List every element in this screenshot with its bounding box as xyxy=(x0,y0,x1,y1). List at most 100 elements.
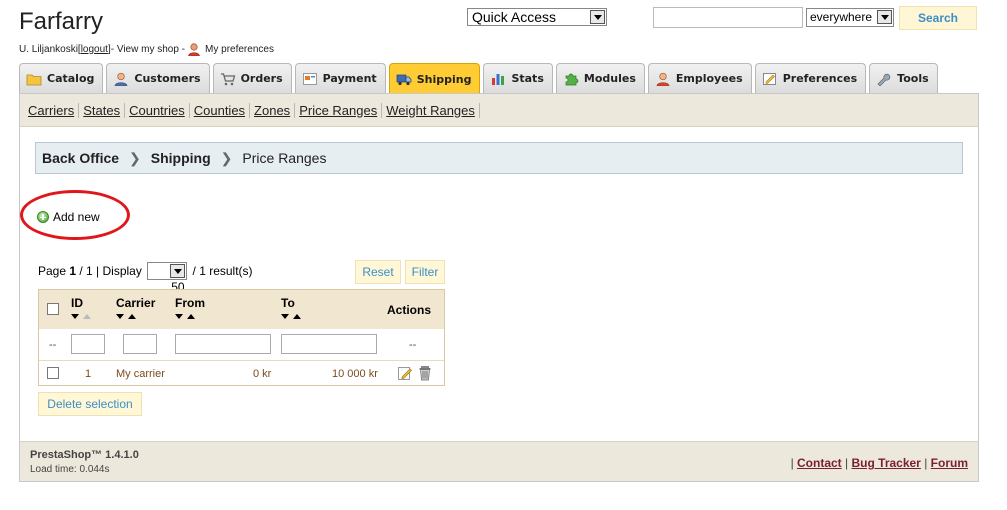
page-total-text: / 1 | Display xyxy=(76,264,146,278)
subnav-countries[interactable]: Countries xyxy=(125,102,190,118)
tab-payment[interactable]: Payment xyxy=(294,63,386,93)
column-from: From xyxy=(175,296,205,310)
filter-to-input[interactable] xyxy=(281,334,377,354)
sub-navigation: Carriers States Countries Counties Zones… xyxy=(20,94,978,127)
forum-link[interactable]: Forum xyxy=(931,456,968,470)
add-new-button[interactable]: Add new xyxy=(37,210,100,224)
view-shop-link[interactable]: - View my shop - xyxy=(111,44,185,55)
version-label: PrestaShop™ 1.4.1.0 xyxy=(30,449,139,461)
sort-desc-icon[interactable] xyxy=(175,314,183,319)
my-preferences-link[interactable]: My preferences xyxy=(205,44,274,55)
subnav-weight-ranges[interactable]: Weight Ranges xyxy=(382,102,480,118)
filter-id-input[interactable] xyxy=(71,334,105,354)
tab-label: Preferences xyxy=(782,72,858,85)
reset-button[interactable]: Reset xyxy=(355,260,401,284)
sort-desc-icon[interactable] xyxy=(71,314,79,319)
bug-tracker-link[interactable]: Bug Tracker xyxy=(851,456,920,470)
results-text: / 1 result(s) xyxy=(189,264,253,278)
breadcrumb-shipping[interactable]: Shipping xyxy=(151,150,211,166)
tab-shipping[interactable]: Shipping xyxy=(388,63,481,94)
subnav-states[interactable]: States xyxy=(79,102,126,118)
user-name: U. Liljankoski xyxy=(19,44,78,55)
column-actions: Actions xyxy=(387,303,432,317)
tab-preferences[interactable]: Preferences xyxy=(754,63,867,93)
chevron-right-icon: ❯ xyxy=(129,149,141,166)
sort-asc-icon[interactable] xyxy=(187,314,195,319)
filter-from-input[interactable] xyxy=(175,334,271,354)
delete-icon[interactable] xyxy=(418,365,432,384)
filter-carrier-input[interactable] xyxy=(123,334,157,354)
filter-dash: -- xyxy=(409,339,417,351)
subnav-price-ranges[interactable]: Price Ranges xyxy=(295,102,383,118)
cell-carrier: My carrier xyxy=(116,368,165,380)
search-input[interactable] xyxy=(653,7,803,28)
delete-selection-button[interactable]: Delete selection xyxy=(38,392,142,416)
cell-from: 0 kr xyxy=(253,368,272,380)
logout-link[interactable]: logout xyxy=(81,44,108,55)
footer-links: | Contact | Bug Tracker | Forum xyxy=(791,456,968,470)
filter-dash: -- xyxy=(49,339,57,351)
footer: PrestaShop™ 1.4.1.0 Load time: 0.044s | … xyxy=(20,441,978,481)
sort-desc-icon[interactable] xyxy=(116,314,124,319)
sort-to xyxy=(281,314,301,319)
sort-id xyxy=(71,314,91,319)
add-new-label: Add new xyxy=(53,210,100,224)
subnav-zones[interactable]: Zones xyxy=(250,102,296,118)
user-line: U. Liljankoski [ logout ] - View my shop… xyxy=(19,43,274,57)
sort-carrier xyxy=(116,314,136,319)
preferences-user-icon xyxy=(187,43,201,57)
subnav-counties[interactable]: Counties xyxy=(190,102,251,118)
wrench-icon xyxy=(876,72,892,86)
sort-desc-icon[interactable] xyxy=(281,314,289,319)
column-id: ID xyxy=(71,296,83,310)
table-row[interactable]: 1 My carrier 0 kr 10 000 kr xyxy=(39,362,444,386)
subnav-carriers[interactable]: Carriers xyxy=(24,102,80,118)
folder-icon xyxy=(26,72,42,86)
load-time: Load time: 0.044s xyxy=(30,464,110,475)
edit-icon[interactable] xyxy=(397,365,413,384)
tab-stats[interactable]: Stats xyxy=(483,63,553,93)
cell-to: 10 000 kr xyxy=(332,368,378,380)
tab-label: Customers xyxy=(134,72,201,85)
filter-button[interactable]: Filter xyxy=(405,260,445,284)
truck-icon xyxy=(396,72,412,86)
tab-modules[interactable]: Modules xyxy=(555,63,645,93)
chevron-right-icon: ❯ xyxy=(220,149,233,166)
quick-access-label: Quick Access xyxy=(472,9,557,25)
tab-catalog[interactable]: Catalog xyxy=(19,63,104,93)
search-scope-value: everywhere xyxy=(810,10,873,24)
employee-icon xyxy=(655,72,671,86)
tab-label: Stats xyxy=(511,72,544,85)
chevron-down-icon[interactable] xyxy=(590,10,605,24)
chevron-down-icon[interactable] xyxy=(877,10,892,24)
quick-access-select[interactable]: Quick Access xyxy=(467,8,607,26)
cart-icon xyxy=(220,72,236,86)
column-to: To xyxy=(281,296,295,310)
table-header: ID Carrier From To Actions xyxy=(39,290,444,329)
column-carrier: Carrier xyxy=(116,296,156,310)
search-button[interactable]: Search xyxy=(899,6,977,30)
row-checkbox[interactable] xyxy=(47,367,59,379)
tab-label: Catalog xyxy=(47,72,95,85)
breadcrumb-back-office[interactable]: Back Office xyxy=(42,150,119,166)
tab-label: Shipping xyxy=(416,72,472,86)
sort-asc-icon[interactable] xyxy=(293,314,301,319)
tab-tools[interactable]: Tools xyxy=(869,63,938,93)
tab-label: Payment xyxy=(322,72,377,85)
tab-customers[interactable]: Customers xyxy=(106,63,210,93)
shop-title: Farfarry xyxy=(19,8,103,35)
sort-asc-icon[interactable] xyxy=(83,314,91,319)
chevron-down-icon[interactable] xyxy=(170,264,186,278)
select-all-checkbox[interactable] xyxy=(47,303,59,315)
tab-employees[interactable]: Employees xyxy=(647,63,752,93)
per-page-select[interactable]: 50 xyxy=(147,262,188,294)
sort-from xyxy=(175,314,195,319)
contact-link[interactable]: Contact xyxy=(797,456,842,470)
breadcrumb-price-ranges: Price Ranges xyxy=(242,150,327,166)
chart-icon xyxy=(490,72,506,86)
user-icon xyxy=(113,72,129,86)
tab-orders[interactable]: Orders xyxy=(212,63,292,93)
cell-id: 1 xyxy=(85,368,92,380)
sort-asc-icon[interactable] xyxy=(128,314,136,319)
search-scope-select[interactable]: everywhere xyxy=(806,8,894,27)
